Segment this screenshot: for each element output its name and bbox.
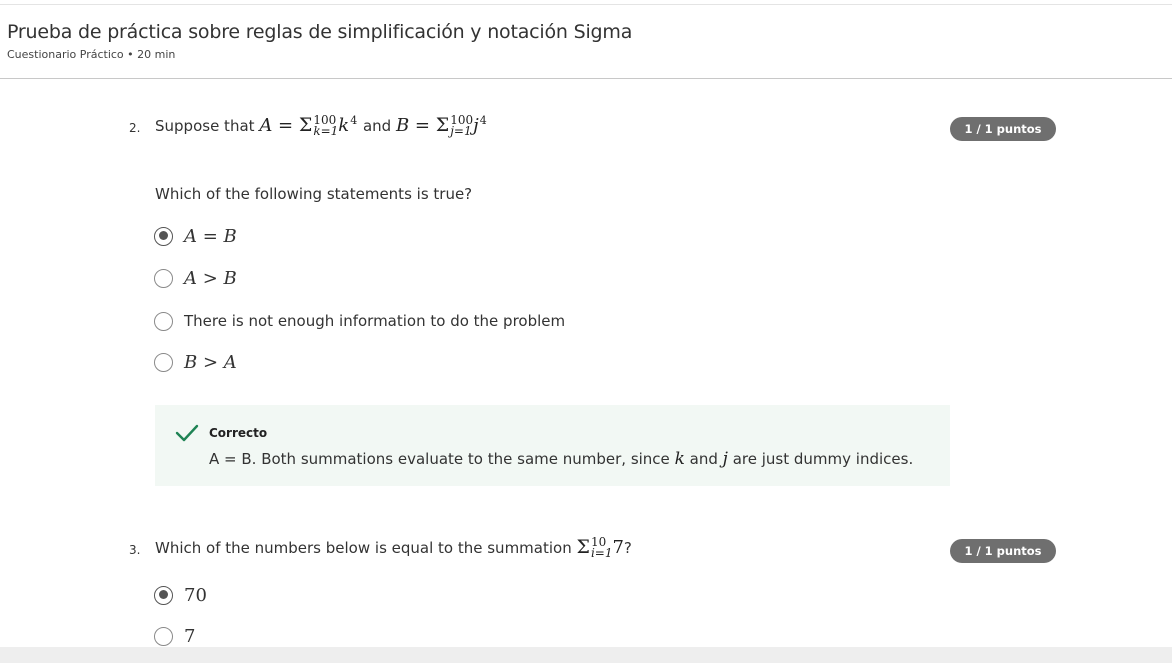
question-3-formula: Σ 10 i=1 7 — [576, 535, 624, 560]
radio-button[interactable] — [154, 311, 173, 331]
question-3-score-badge: 1 / 1 puntos — [950, 539, 1056, 563]
bottom-bar — [0, 647, 1172, 663]
var-k: k — [674, 449, 685, 469]
sigma-limits: 10 i=1 — [590, 535, 613, 560]
radio-button-selected[interactable] — [154, 585, 173, 605]
sum-term: k — [338, 115, 350, 136]
option-label: 7 — [184, 625, 196, 647]
sum-exponent: 4 — [350, 114, 358, 127]
question-2-and: and — [362, 117, 392, 135]
sum-exponent: 4 — [479, 114, 487, 127]
question-2-text: Suppose that A = Σ 100 k=1 k4 and B = Σ 100 j… — [155, 113, 487, 138]
question-2-option-2[interactable]: A > B — [154, 266, 237, 290]
var-a: A — [259, 115, 273, 136]
feedback-text: A = B. Both summations evaluate to the s… — [209, 449, 913, 469]
page-subtitle: Cuestionario Práctico • 20 min — [7, 48, 176, 61]
radio-button[interactable] — [154, 352, 173, 372]
option-label: A > B — [184, 267, 237, 289]
option-label: A = B — [184, 225, 237, 247]
sigma-lower: i=1 — [590, 546, 613, 560]
question-2-intro: Suppose that — [155, 117, 255, 135]
check-icon — [175, 424, 199, 442]
sigma-symbol: Σ — [435, 114, 450, 136]
radio-button-selected[interactable] — [154, 226, 173, 246]
option-label: There is not enough information to do th… — [184, 312, 566, 330]
feedback-text-part: and — [689, 450, 718, 468]
question-3-option-2[interactable]: 7 — [154, 624, 195, 648]
equals-sign: = — [278, 115, 294, 136]
question-mark: ? — [623, 539, 632, 557]
sigma-lower: k=1 — [313, 124, 339, 138]
option-label: B > A — [184, 351, 237, 373]
feedback-text-part: A = B. Both summations evaluate to the s… — [209, 450, 670, 468]
page-header: Prueba de práctica sobre reglas de simpl… — [0, 8, 1172, 79]
question-3-number: 3. — [129, 543, 141, 557]
feedback-title: Correcto — [209, 426, 268, 440]
question-2-score-badge: 1 / 1 puntos — [950, 117, 1056, 141]
question-2-option-3[interactable]: There is not enough information to do th… — [154, 309, 565, 333]
question-2-number: 2. — [129, 121, 141, 135]
top-divider — [0, 4, 1172, 5]
sigma-symbol: Σ — [576, 536, 590, 558]
sigma-lower: j=1 — [450, 124, 472, 138]
question-3-option-1[interactable]: 70 — [154, 583, 207, 607]
option-label: 70 — [184, 584, 207, 606]
sum-term: j — [473, 115, 479, 136]
question-2-formula-a: A = Σ 100 k=1 k4 — [259, 113, 363, 138]
sigma-limits: 100 j=1 — [450, 113, 473, 138]
question-2-option-1[interactable]: A = B — [154, 224, 237, 248]
question-2-formula-b: B = Σ 100 j=1 j4 — [395, 113, 487, 138]
feedback-text-part: are just dummy indices. — [732, 450, 914, 468]
sum-term: 7 — [612, 537, 624, 558]
sigma-limits: 100 k=1 — [313, 113, 339, 138]
var-b: B — [395, 115, 410, 136]
radio-button[interactable] — [154, 626, 173, 646]
question-3-intro: Which of the numbers below is equal to t… — [155, 539, 572, 557]
sigma-symbol: Σ — [298, 114, 313, 136]
var-j: j — [722, 449, 728, 469]
feedback-panel: Correcto A = B. Both summations evaluate… — [155, 405, 950, 486]
question-2-option-4[interactable]: B > A — [154, 350, 237, 374]
question-3-text: Which of the numbers below is equal to t… — [155, 535, 632, 560]
page-title: Prueba de práctica sobre reglas de simpl… — [7, 21, 633, 43]
question-2-prompt: Which of the following statements is tru… — [155, 185, 473, 203]
radio-button[interactable] — [154, 268, 173, 288]
equals-sign: = — [414, 115, 431, 136]
